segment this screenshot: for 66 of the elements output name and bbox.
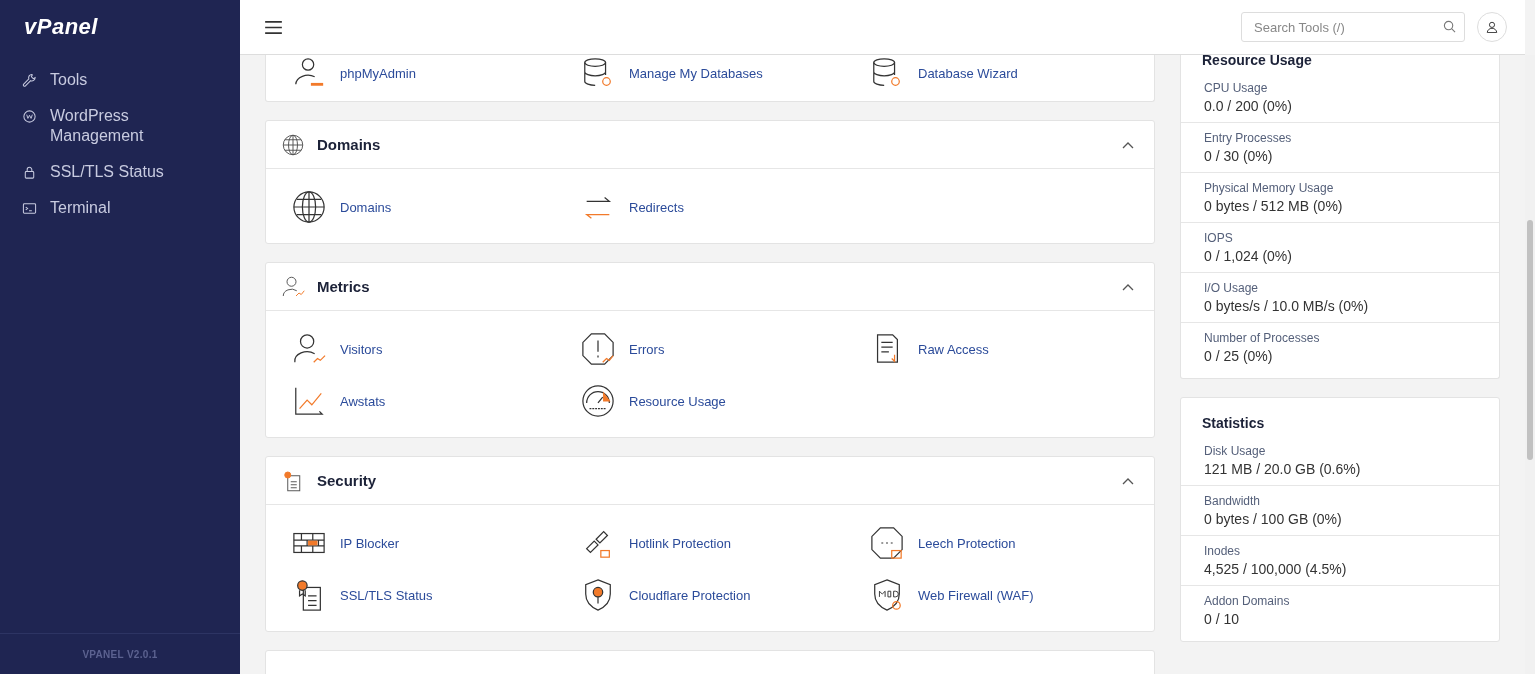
stat-label: Addon Domains [1204,594,1291,608]
lock-icon [22,165,37,180]
stat-value: 4,525 / 100,000 (4.5%) [1204,561,1348,577]
sidebar-item[interactable]: Tools [22,70,240,90]
stat-value: 0 / 1,024 (0%) [1204,248,1293,264]
tool-link[interactable]: Resource Usage [581,383,870,419]
section-title: Security [317,472,377,489]
logo: vPanel [23,13,99,41]
stat-label: Disk Usage [1204,444,1267,458]
menu-icon[interactable] [265,20,282,34]
person-icon [281,274,305,299]
wrench-icon [22,73,37,88]
tool-link[interactable]: Database Wizard [870,55,1159,91]
terminal-icon [22,201,37,216]
stat-label: Number of Processes [1204,331,1321,345]
stat-value: 0 bytes / 512 MB (0%) [1204,198,1344,214]
chevron-icon[interactable] [1122,282,1134,291]
card-title: Statistics [1201,414,1266,433]
stat-label: Bandwidth [1204,494,1262,508]
stat-value: 0 bytes/s / 10.0 MB/s (0%) [1204,298,1370,314]
stat-label: CPU Usage [1204,81,1269,95]
section-title: Domains [317,136,381,153]
stat-label: IOPS [1204,231,1234,245]
search-field[interactable]: Search Tools (/) [1241,12,1465,42]
stat-label: Entry Processes [1204,131,1293,145]
tool-link[interactable]: Raw Access [870,331,1159,367]
search-icon [1443,20,1456,33]
sidebar-item[interactable]: WordPress Management [22,106,240,146]
stat-value: 0 / 25 (0%) [1204,348,1274,364]
tool-link[interactable]: Domains [292,189,581,225]
tool-link[interactable]: Hotlink Protection [581,525,870,561]
section-title: Metrics [317,278,370,295]
version-label: VPANEL V2.0.1 [82,648,158,660]
tool-link[interactable]: SSL/TLS Status [292,577,581,613]
tool-link[interactable]: IP Blocker [292,525,581,561]
scrollbar-thumb[interactable] [1527,220,1533,460]
sidebar-item[interactable]: SSL/TLS Status [22,162,240,182]
user-button[interactable] [1477,12,1507,42]
stat-value: 0 / 30 (0%) [1204,148,1274,164]
globe-icon [281,132,305,157]
chevron-icon[interactable] [1122,140,1134,149]
stat-value: 0.0 / 200 (0%) [1204,98,1293,114]
tool-link[interactable]: Awstats [292,383,581,419]
stat-label: Inodes [1204,544,1242,558]
tool-link[interactable]: Cloudflare Protection [581,577,870,613]
globe-icon [292,190,326,224]
chevron-icon[interactable] [1122,476,1134,485]
card-title: Resource Usage [1201,55,1313,70]
stat-value: 0 bytes / 100 GB (0%) [1204,511,1343,527]
tool-link[interactable]: Leech Protection [870,525,1159,561]
stat-label: Physical Memory Usage [1204,181,1335,195]
stat-value: 121 MB / 20.0 GB (0.6%) [1204,461,1362,477]
tool-link[interactable]: Redirects [581,189,870,225]
tool-link[interactable]: Errors [581,331,870,367]
gauge-icon [581,384,615,418]
tool-link[interactable]: Visitors [292,331,581,367]
sidebar-item[interactable]: Terminal [22,198,240,218]
wordpress-icon [22,109,37,124]
tool-link[interactable]: phpMyAdmin [292,55,581,91]
tool-link[interactable]: Web Firewall (WAF) [870,577,1159,613]
user-icon [1486,21,1498,33]
warning-icon [581,332,615,366]
tool-link[interactable]: Manage My Databases [581,55,870,91]
lock-icon [870,526,904,560]
stat-label: I/O Usage [1204,281,1260,295]
stat-value: 0 / 10 [1204,611,1241,627]
